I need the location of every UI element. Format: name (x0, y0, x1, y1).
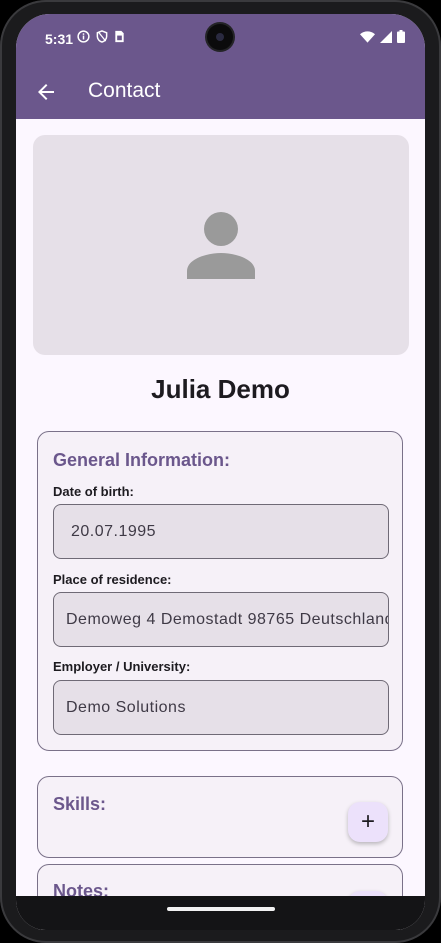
employer-university-label: Employer / University: (53, 659, 191, 674)
person-icon (187, 212, 255, 279)
status-time: 5:31 (45, 31, 74, 47)
add-skill-button[interactable]: + (348, 802, 388, 842)
general-information-title: General Information: (53, 450, 231, 470)
arrow-back-icon (38, 84, 54, 100)
sim-card-icon (115, 30, 124, 43)
front-camera (207, 24, 233, 50)
wifi-icon (360, 30, 375, 43)
battery-icon (397, 30, 405, 43)
shield-icon (96, 30, 108, 43)
contact-details[interactable]: Julia Demo General Information: Date of … (16, 119, 425, 930)
date-of-birth-field[interactable]: 20.07.1995 (53, 504, 389, 559)
contact-photo[interactable] (33, 135, 409, 355)
screen: 5:31 Contact Julia Demo General Informat… (16, 14, 425, 930)
phone-frame: 5:31 Contact Julia Demo General Informat… (0, 0, 441, 943)
system-navigation-bar (16, 896, 425, 930)
info-icon (77, 30, 90, 43)
skills-title: Skills: (53, 794, 107, 814)
page-title: Contact (88, 79, 161, 102)
add-icon: + (360, 808, 375, 835)
signal-icon (380, 30, 392, 43)
place-of-residence-field[interactable]: Demoweg 4 Demostadt 98765 Deutschland (53, 592, 389, 647)
employer-university-field[interactable]: Demo Solutions (53, 680, 389, 735)
date-of-birth-label: Date of birth: (53, 484, 134, 499)
back-button[interactable] (30, 76, 62, 108)
place-of-residence-label: Place of residence: (53, 572, 172, 587)
status-bar: 5:31 (16, 14, 425, 64)
skills-card: Skills: + (37, 776, 403, 858)
home-gesture-handle[interactable] (167, 907, 275, 911)
general-information-card: General Information: Date of birth: 20.0… (37, 431, 403, 751)
contact-name: Julia Demo (151, 374, 290, 404)
app-bar: Contact (16, 64, 425, 119)
